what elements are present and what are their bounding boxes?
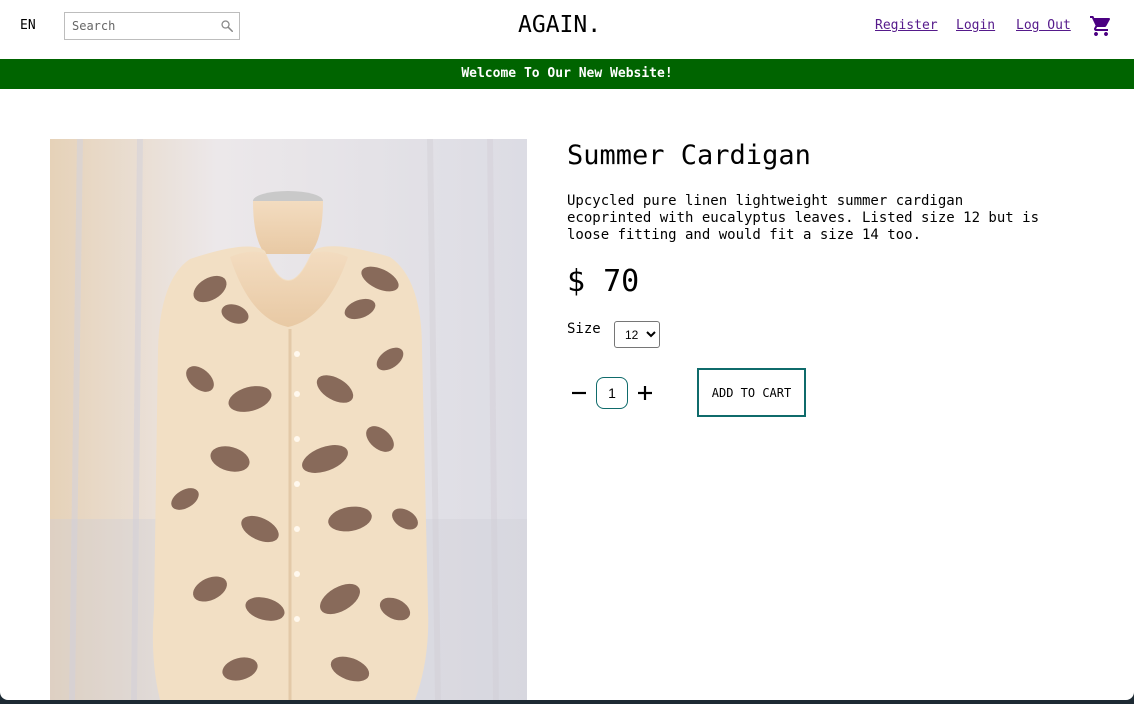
page: EN AGAIN. Register Login Log Out Welcome… [0,0,1134,700]
language-selector[interactable]: EN [20,18,36,33]
quantity-input[interactable]: 1 [596,377,628,409]
minus-icon[interactable] [567,381,591,405]
site-logo[interactable]: AGAIN. [518,12,601,38]
window-bottom-edge [0,700,1134,704]
product-price: $ 70 [567,264,640,299]
site-header: EN AGAIN. Register Login Log Out [0,0,1134,59]
shopping-cart-icon[interactable] [1089,14,1113,38]
logout-link[interactable]: Log Out [1016,18,1071,33]
product-description: Upcycled pure linen lightweight summer c… [567,193,1040,243]
plus-icon[interactable] [633,381,657,405]
search-box[interactable] [64,12,240,40]
product-image [50,139,527,700]
register-link[interactable]: Register [875,18,938,33]
login-link[interactable]: Login [956,18,995,33]
search-icon[interactable] [220,19,234,33]
size-select[interactable]: 12 [614,321,660,348]
welcome-banner: Welcome To Our New Website! [0,59,1134,89]
add-to-cart-button[interactable]: ADD TO CART [697,368,806,417]
search-input[interactable] [65,13,215,39]
product-title: Summer Cardigan [567,140,811,171]
size-label: Size [567,321,601,337]
